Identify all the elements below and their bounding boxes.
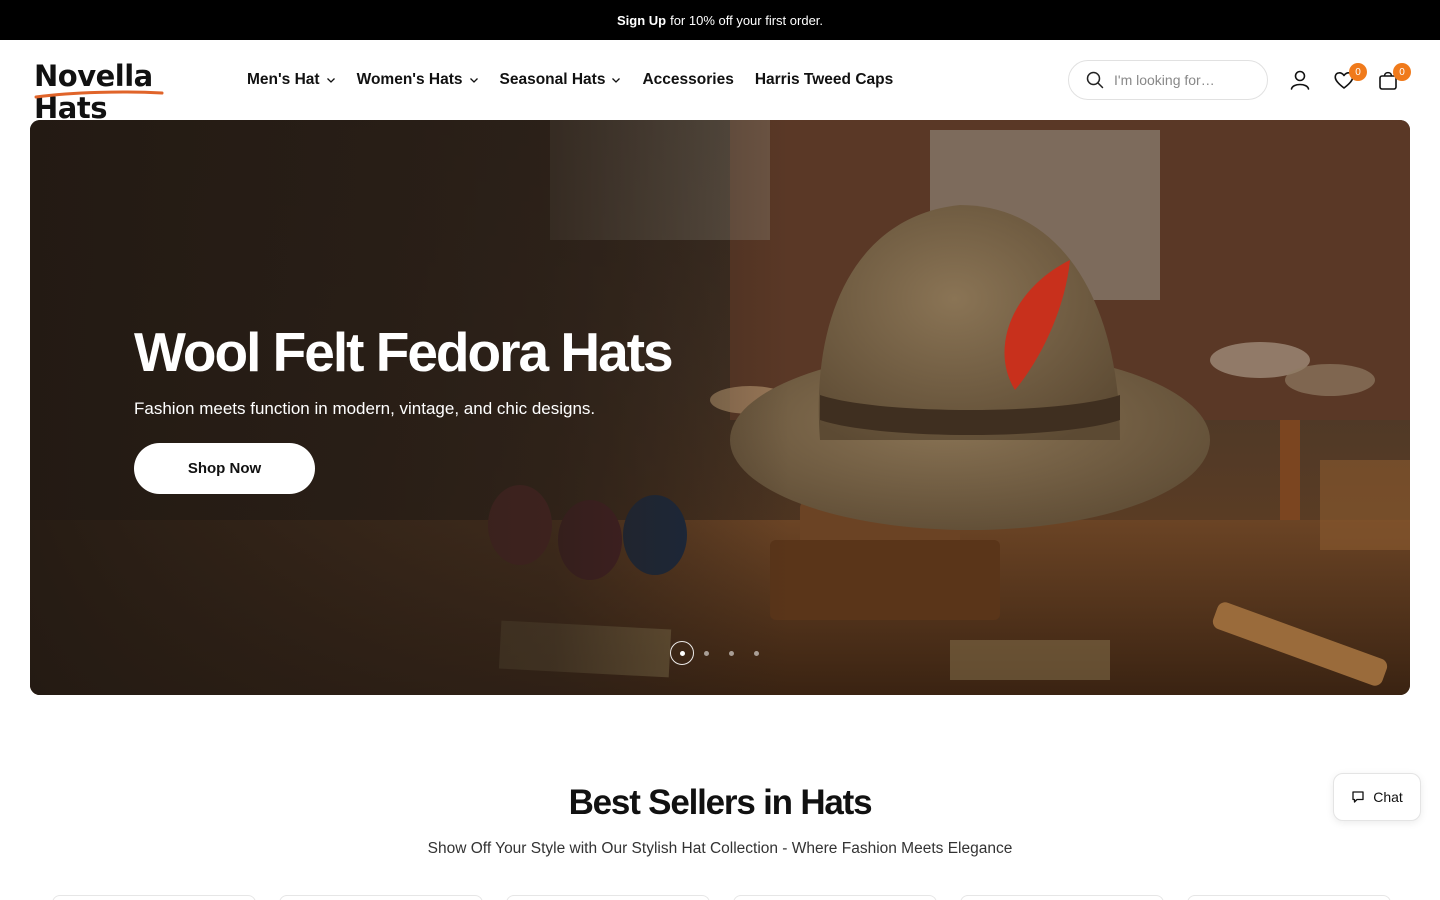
product-card[interactable] — [506, 895, 710, 900]
announcement-signup-link[interactable]: Sign Up — [617, 13, 666, 28]
slider-pagination — [670, 641, 779, 665]
section-title: Best Sellers in Hats — [568, 783, 873, 822]
chevron-down-icon — [612, 78, 621, 83]
product-grid — [52, 895, 1414, 900]
product-card[interactable] — [279, 895, 483, 900]
nav-item-seasonal-hats[interactable]: Seasonal Hats — [500, 71, 622, 89]
nav-item-mens-hat[interactable]: Men's Hat — [247, 71, 336, 89]
chevron-down-icon — [326, 78, 335, 83]
nav-item-label: Seasonal Hats — [499, 71, 606, 88]
logo-swoosh-icon — [34, 90, 164, 99]
site-header: Novella Hats Men's Hat Women's Hats Seas… — [0, 40, 1440, 124]
slider-dot[interactable] — [754, 650, 759, 656]
slider-dot-active[interactable] — [670, 641, 694, 665]
chat-label: Chat — [1373, 789, 1403, 805]
search-icon — [1086, 71, 1104, 89]
product-card[interactable] — [1187, 895, 1391, 900]
user-icon — [1290, 70, 1310, 90]
wishlist-count-badge: 0 — [1349, 63, 1367, 81]
nav-item-label: Accessories — [642, 71, 734, 88]
nav-item-harris-tweed-caps[interactable]: Harris Tweed Caps — [755, 71, 893, 89]
slider-dot[interactable] — [729, 650, 734, 656]
slider-dot[interactable] — [704, 650, 709, 656]
hero-banner: Wool Felt Fedora Hats Fashion meets func… — [30, 120, 1410, 695]
cart-button[interactable]: 0 — [1377, 63, 1411, 91]
logo[interactable]: Novella Hats — [34, 60, 216, 124]
section-subtitle: Show Off Your Style with Our Stylish Hat… — [427, 840, 1013, 857]
product-card[interactable] — [733, 895, 937, 900]
search-box[interactable] — [1068, 60, 1268, 100]
search-input[interactable] — [1114, 72, 1254, 88]
hero-title: Wool Felt Fedora Hats — [134, 321, 674, 383]
nav-item-womens-hats[interactable]: Women's Hats — [357, 71, 479, 89]
nav-item-label: Harris Tweed Caps — [754, 71, 894, 88]
nav-item-label: Women's Hats — [356, 71, 463, 88]
wishlist-button[interactable]: 0 — [1333, 63, 1367, 91]
chat-bubble-icon — [1352, 791, 1364, 803]
announcement-text: for 10% off your first order. — [670, 12, 824, 28]
hero-subtitle: Fashion meets function in modern, vintag… — [134, 399, 596, 418]
nav-item-label: Men's Hat — [247, 71, 320, 88]
cart-count-badge: 0 — [1393, 63, 1411, 81]
chat-button[interactable]: Chat — [1333, 773, 1421, 821]
shop-now-button[interactable]: Shop Now — [134, 443, 315, 494]
main-nav: Men's Hat Women's Hats Seasonal Hats Acc… — [247, 40, 914, 120]
product-card[interactable] — [52, 895, 256, 900]
chevron-down-icon — [469, 78, 478, 83]
account-button[interactable] — [1289, 69, 1311, 91]
product-card[interactable] — [960, 895, 1164, 900]
announcement-bar: Sign Up for 10% off your first order. — [0, 0, 1440, 40]
nav-item-accessories[interactable]: Accessories — [642, 71, 733, 89]
